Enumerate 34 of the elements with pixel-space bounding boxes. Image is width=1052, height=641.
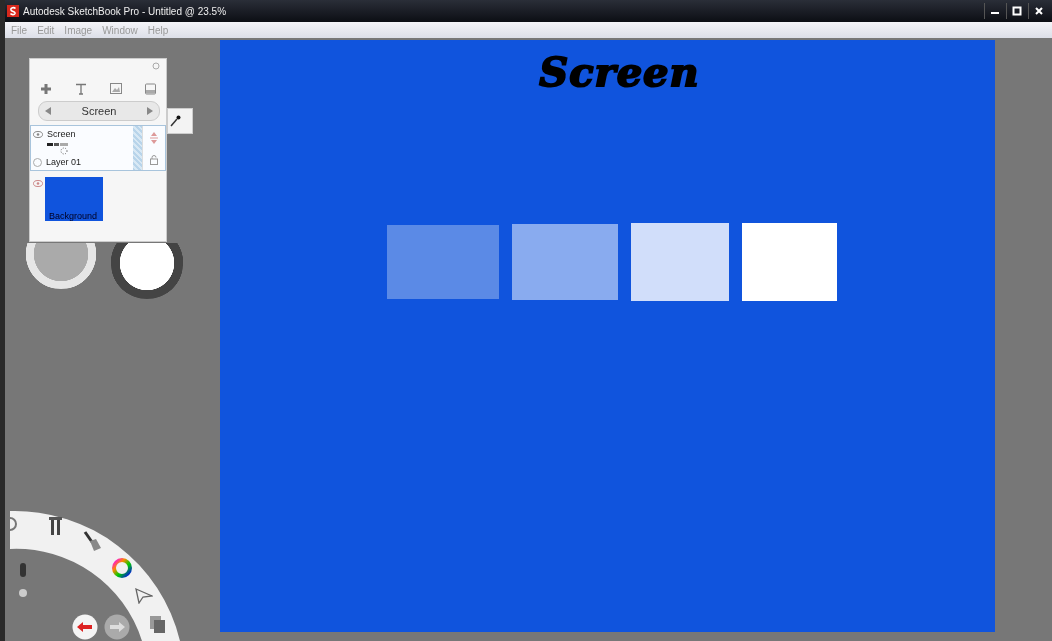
layer-row[interactable]: Screen Layer 01 — [30, 125, 166, 171]
eye-icon[interactable] — [33, 180, 43, 187]
lock-icon[interactable] — [150, 154, 158, 165]
text-icon[interactable] — [75, 83, 87, 95]
window-title: Autodesk SketchBook Pro - Untitled @ 23.5% — [23, 5, 227, 17]
menu-item[interactable]: Window — [98, 24, 142, 36]
radio-icon[interactable] — [33, 157, 42, 167]
menu-item[interactable]: File — [7, 24, 32, 36]
color-wheel-icon[interactable] — [111, 557, 133, 579]
layers-icon[interactable] — [150, 616, 166, 634]
layer-thumbnail — [45, 177, 103, 221]
undo-icon[interactable] — [72, 614, 98, 640]
brush-icon[interactable] — [82, 530, 102, 552]
add-icon[interactable] — [40, 83, 52, 95]
layer-group-name: Layer 01 — [46, 157, 82, 167]
image-icon[interactable] — [110, 83, 122, 94]
layer-row[interactable]: Background — [30, 171, 166, 229]
app-icon — [7, 5, 19, 17]
eyedropper-tab[interactable] — [167, 108, 193, 134]
eye-icon[interactable] — [33, 130, 43, 138]
layer-name: Background — [49, 211, 98, 221]
current-layer-label: Screen — [81, 105, 117, 117]
menu-item[interactable]: Help — [143, 24, 173, 36]
eyedropper-icon[interactable] — [170, 115, 181, 127]
menu-item[interactable]: Image — [60, 24, 97, 36]
menu-item[interactable]: Edit — [33, 24, 59, 36]
selection-arrow-icon[interactable] — [135, 588, 153, 604]
canvas-heading: Screen — [539, 48, 700, 95]
color-puck[interactable] — [25, 243, 97, 289]
color-puck[interactable] — [111, 243, 183, 299]
tools-icon[interactable] — [49, 516, 63, 536]
maximize-icon[interactable] — [1011, 6, 1022, 16]
layer-name: Screen — [47, 129, 76, 139]
redo-icon[interactable] — [104, 614, 130, 640]
